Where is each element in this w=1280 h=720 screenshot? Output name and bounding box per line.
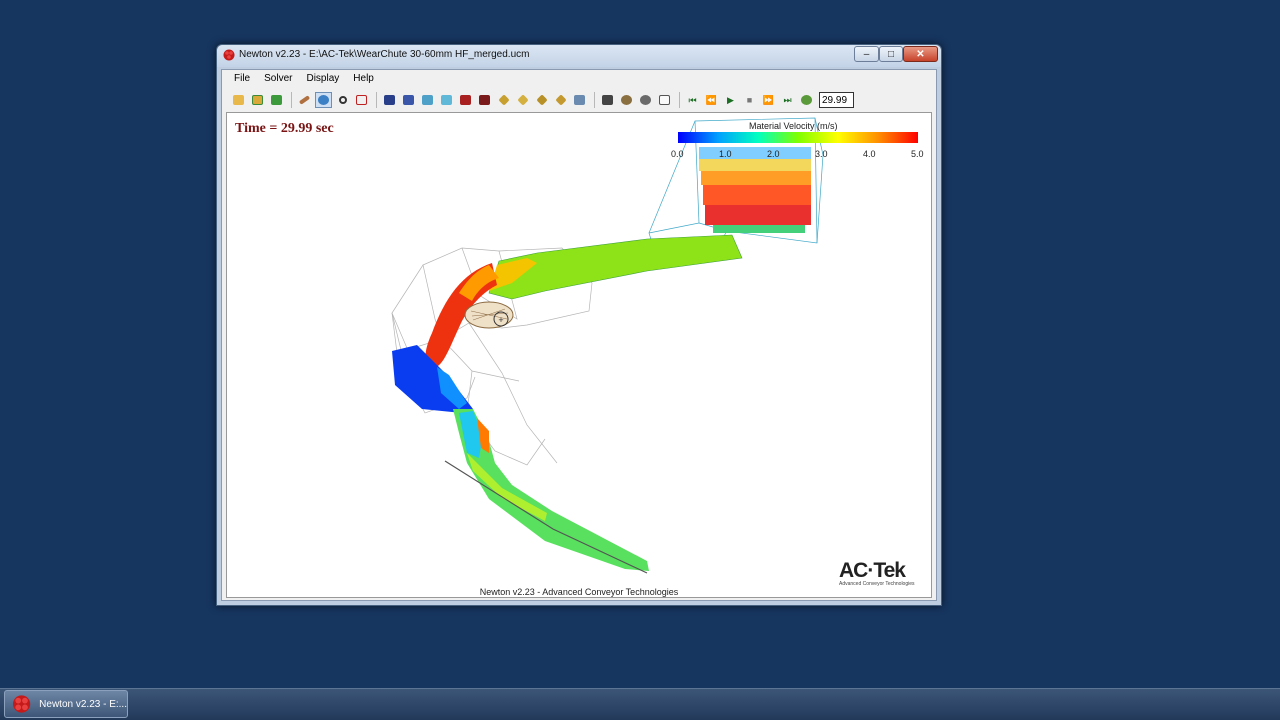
svg-text:+: + bbox=[498, 315, 503, 325]
legend-tick: 4.0 bbox=[863, 149, 876, 159]
toolbar-separator bbox=[594, 92, 595, 108]
skip-to-end-icon[interactable]: ⏭ bbox=[779, 92, 796, 108]
camera-icon[interactable] bbox=[599, 92, 616, 108]
open-recent-icon[interactable] bbox=[249, 92, 266, 108]
legend-title: Material Velocity (m/s) bbox=[749, 121, 838, 131]
view-top-icon[interactable] bbox=[457, 92, 474, 108]
view-front-icon[interactable] bbox=[381, 92, 398, 108]
newton-app-icon bbox=[12, 695, 31, 713]
toolbar-separator bbox=[679, 92, 680, 108]
menu-display[interactable]: Display bbox=[299, 70, 346, 88]
menu-file[interactable]: File bbox=[222, 70, 257, 88]
speed-icon[interactable] bbox=[798, 92, 815, 108]
iso-view-4-icon[interactable] bbox=[552, 92, 569, 108]
view-right-icon[interactable] bbox=[438, 92, 455, 108]
graph-icon[interactable] bbox=[656, 92, 673, 108]
title-bar[interactable]: Newton v2.23 - E:\AC-Tek\WearChute 30-60… bbox=[217, 45, 941, 67]
taskbar-app-label: Newton v2.23 - E:... bbox=[39, 698, 127, 710]
iso-view-3-icon[interactable] bbox=[533, 92, 550, 108]
legend-colorbar bbox=[678, 132, 918, 143]
play-icon[interactable]: ▶ bbox=[722, 92, 739, 108]
taskbar-newton-button[interactable]: Newton v2.23 - E:... bbox=[4, 690, 128, 718]
save-icon[interactable] bbox=[268, 92, 285, 108]
edit-icon[interactable] bbox=[296, 92, 313, 108]
simulation-viewport[interactable]: Time = 29.99 sec + Material Velocity (m/… bbox=[226, 112, 932, 598]
legend-tick: 2.0 bbox=[767, 149, 780, 159]
toolbar-separator bbox=[376, 92, 377, 108]
actek-logo: AC·Tek Advanced Conveyor Technologies bbox=[839, 559, 915, 587]
step-back-icon[interactable]: ⏪ bbox=[703, 92, 720, 108]
step-forward-icon[interactable]: ⏩ bbox=[760, 92, 777, 108]
taskbar: Newton v2.23 - E:... bbox=[0, 688, 1280, 720]
toolbar-separator bbox=[291, 92, 292, 108]
viewport-footer: Newton v2.23 - Advanced Conveyor Technol… bbox=[479, 587, 679, 597]
chute-simulation-render: + bbox=[391, 117, 824, 574]
legend-tick: 1.0 bbox=[719, 149, 732, 159]
settings-icon[interactable] bbox=[618, 92, 635, 108]
legend-tick: 5.0 bbox=[911, 149, 924, 159]
view-left-icon[interactable] bbox=[419, 92, 436, 108]
iso-view-1-icon[interactable] bbox=[495, 92, 512, 108]
stop-icon[interactable]: ■ bbox=[741, 92, 758, 108]
legend-tick: 3.0 bbox=[815, 149, 828, 159]
client-area: File Solver Display Help ⏮ ⏪ ▶ ■ ⏩ ⏭ 29.… bbox=[221, 69, 937, 601]
particles-icon[interactable] bbox=[637, 92, 654, 108]
window-title: Newton v2.23 - E:\AC-Tek\WearChute 30-60… bbox=[239, 49, 530, 60]
time-input[interactable] bbox=[819, 92, 854, 108]
minimize-button[interactable]: ‒ bbox=[854, 46, 879, 62]
menu-bar: File Solver Display Help bbox=[222, 70, 936, 88]
iso-view-2-icon[interactable] bbox=[514, 92, 531, 108]
menu-solver[interactable]: Solver bbox=[257, 70, 299, 88]
zoom-icon[interactable] bbox=[334, 92, 351, 108]
projection-icon[interactable] bbox=[571, 92, 588, 108]
view-back-icon[interactable] bbox=[400, 92, 417, 108]
legend-tick: 0.0 bbox=[671, 149, 684, 159]
logo-name: AC·Tek bbox=[839, 559, 906, 582]
menu-help[interactable]: Help bbox=[346, 70, 381, 88]
close-button[interactable]: ✕ bbox=[903, 46, 938, 62]
newton-app-icon bbox=[223, 49, 235, 61]
view-bottom-icon[interactable] bbox=[476, 92, 493, 108]
open-folder-icon[interactable] bbox=[230, 92, 247, 108]
app-window: Newton v2.23 - E:\AC-Tek\WearChute 30-60… bbox=[216, 44, 942, 606]
toolbar: ⏮ ⏪ ▶ ■ ⏩ ⏭ bbox=[222, 90, 936, 110]
rotate-icon[interactable] bbox=[315, 92, 332, 108]
skip-to-start-icon[interactable]: ⏮ bbox=[684, 92, 701, 108]
maximize-button[interactable]: □ bbox=[879, 46, 903, 62]
select-box-icon[interactable] bbox=[353, 92, 370, 108]
